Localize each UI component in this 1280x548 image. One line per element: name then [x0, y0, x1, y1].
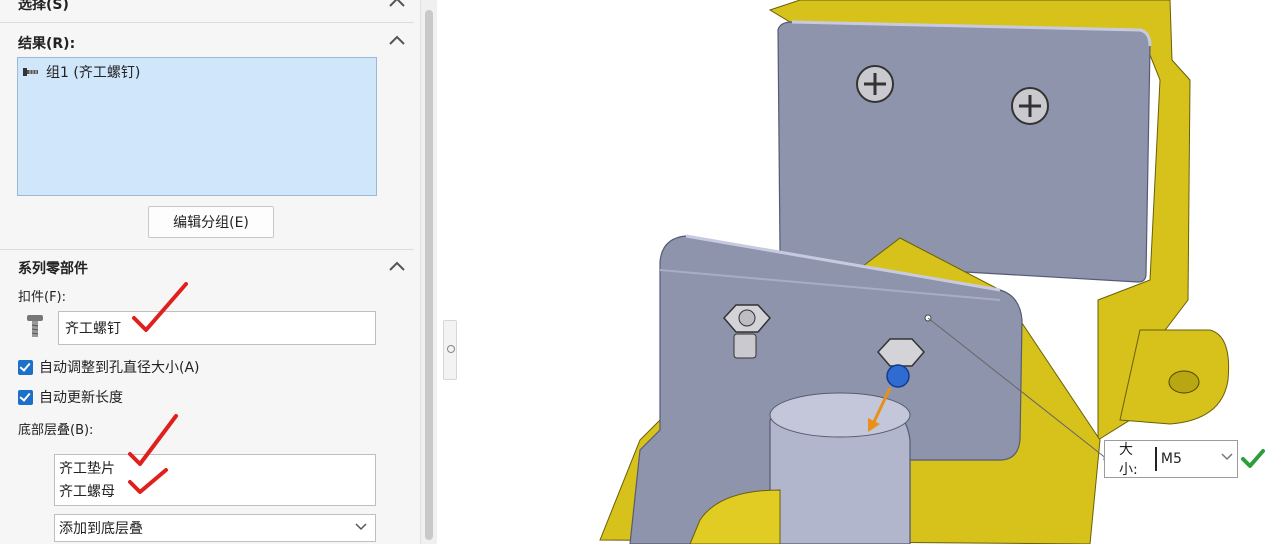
red-checkmark-annotation: [128, 468, 168, 494]
fastener-label: 扣件(F):: [18, 290, 67, 305]
auto-length-label: 自动更新长度: [39, 390, 123, 406]
auto-length-checkbox[interactable]: [18, 389, 33, 405]
edit-group-button[interactable]: 编辑分组(E): [148, 206, 274, 238]
section-divider: [0, 249, 414, 250]
results-section-header: 结果(R):: [18, 36, 76, 52]
fastener-group-icon: [23, 68, 38, 76]
chevron-up-icon[interactable]: [386, 0, 408, 10]
property-manager-panel: 选择(S) 结果(R): 组1 (齐工螺钉) 编辑分组(E) 系列零部件 扣件(…: [0, 0, 421, 544]
scrollbar-thumb[interactable]: [425, 10, 433, 540]
selection-section-header[interactable]: 选择(S): [18, 0, 69, 14]
add-to-stack-dropdown[interactable]: 添加到底层叠: [54, 514, 376, 542]
bottom-stack-list[interactable]: 齐工垫片 齐工螺母: [54, 454, 376, 506]
results-item-label: 组1 (齐工螺钉): [46, 65, 141, 81]
size-callout[interactable]: 大小: M5: [1104, 440, 1238, 478]
chevron-up-icon[interactable]: [386, 32, 408, 48]
auto-size-checkbox-row[interactable]: 自动调整到孔直径大小(A): [18, 357, 200, 377]
results-list-item[interactable]: 组1 (齐工螺钉): [22, 62, 140, 82]
auto-size-checkbox[interactable]: [18, 359, 33, 375]
bottom-stack-item[interactable]: 齐工垫片: [59, 458, 115, 478]
chevron-up-icon[interactable]: [386, 258, 408, 274]
size-value: M5: [1160, 451, 1182, 467]
checkmark-icon[interactable]: [1240, 447, 1266, 471]
add-to-stack-value: 添加到底层叠: [59, 521, 143, 537]
splitter-grip-icon: [447, 345, 455, 353]
auto-length-checkbox-row[interactable]: 自动更新长度: [18, 387, 123, 407]
screw-icon: [27, 315, 43, 337]
bottom-stack-label: 底部层叠(B):: [18, 423, 94, 438]
chevron-down-icon: [1221, 453, 1233, 461]
fastener-input[interactable]: 齐工螺钉: [58, 311, 376, 345]
size-select[interactable]: M5: [1154, 447, 1237, 471]
bottom-stack-item[interactable]: 齐工螺母: [59, 481, 115, 501]
panel-scrollbar[interactable]: [421, 0, 437, 544]
results-listbox[interactable]: 组1 (齐工螺钉): [17, 57, 377, 196]
section-divider: [0, 22, 414, 23]
red-checkmark-annotation: [128, 414, 178, 466]
size-label: 大小:: [1119, 442, 1138, 478]
panel-splitter-handle[interactable]: [443, 320, 457, 380]
series-components-header: 系列零部件: [18, 261, 88, 277]
fastener-value: 齐工螺钉: [65, 321, 121, 337]
auto-size-label: 自动调整到孔直径大小(A): [39, 360, 200, 376]
red-checkmark-annotation: [132, 282, 188, 332]
chevron-down-icon: [355, 523, 367, 531]
